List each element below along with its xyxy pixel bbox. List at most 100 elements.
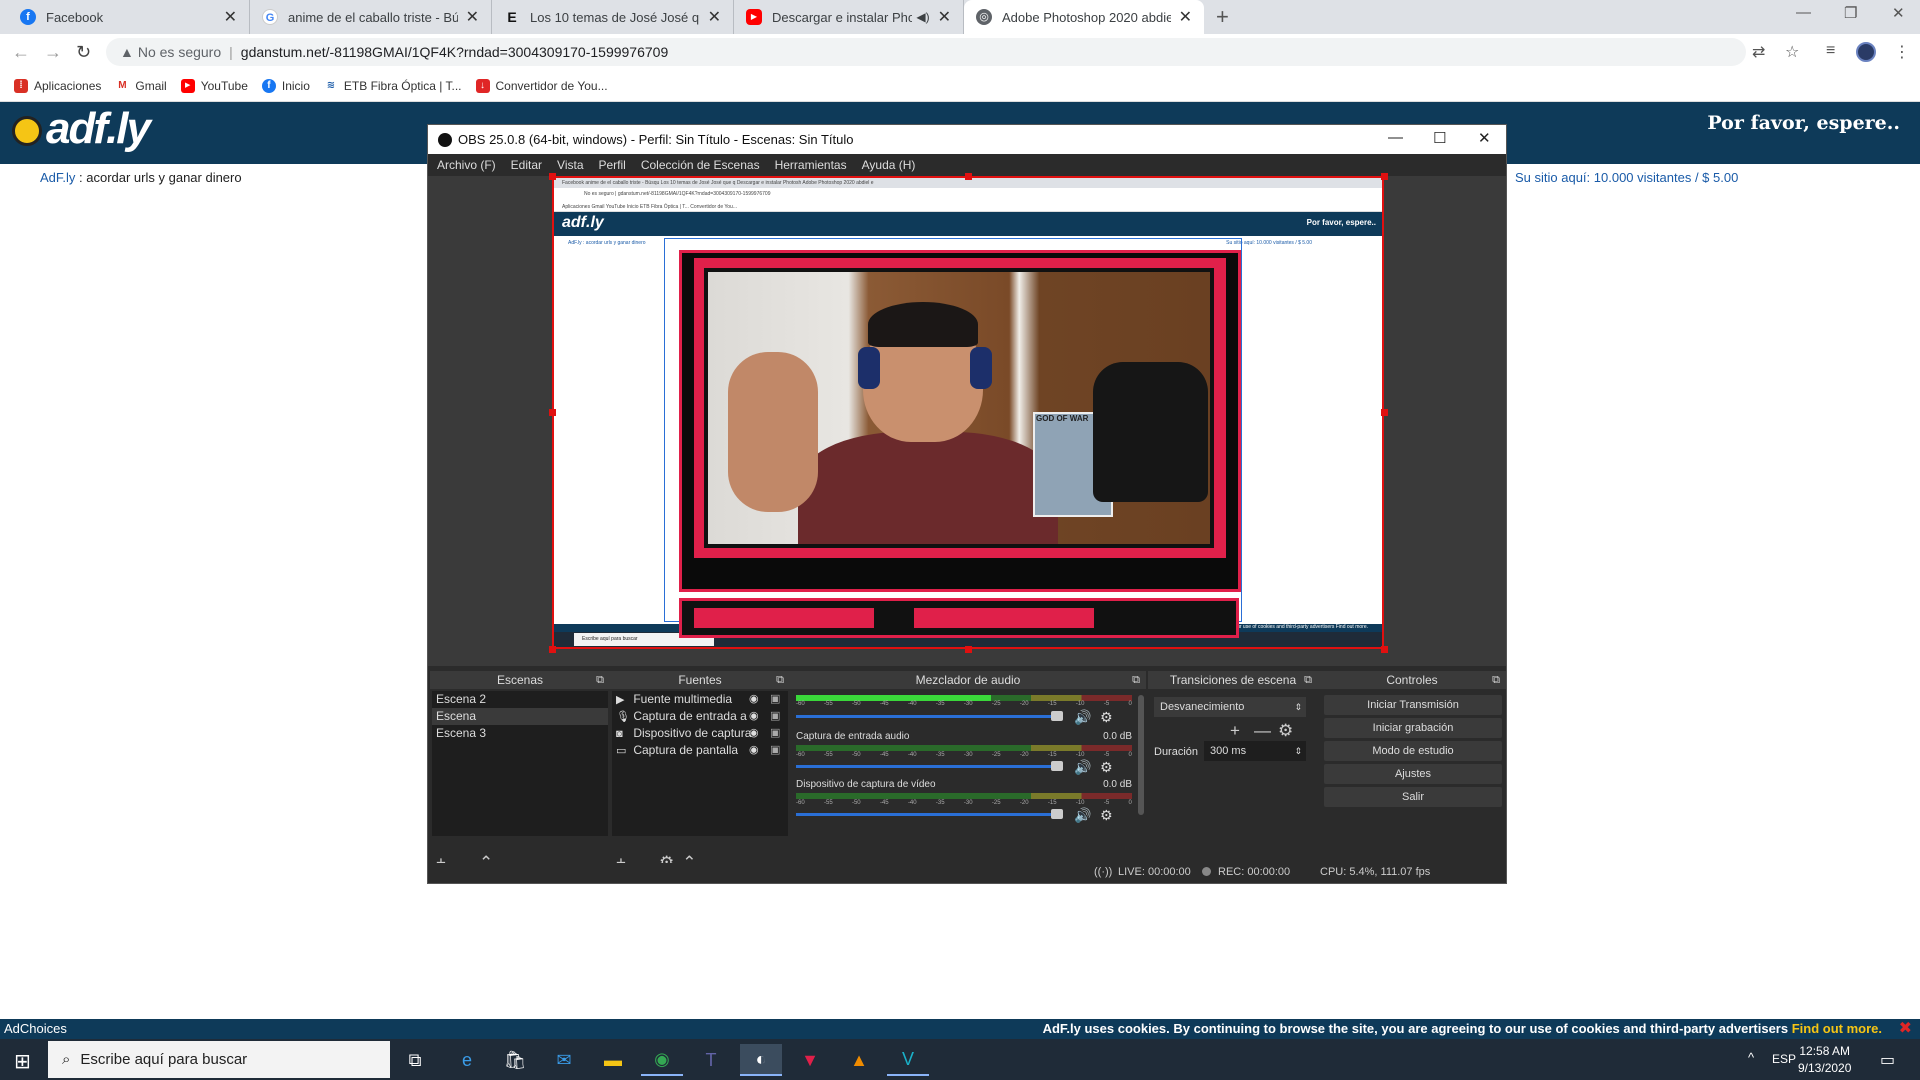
v-app-icon[interactable]: V (887, 1044, 929, 1076)
lock-icon[interactable]: ▣ (770, 708, 780, 725)
duration-field[interactable]: 300 ms ⇕ (1204, 741, 1306, 761)
obs-icon[interactable]: ◐ (740, 1044, 782, 1076)
gear-icon[interactable]: ⚙ (1100, 807, 1113, 824)
resize-handle[interactable] (965, 646, 972, 653)
close-tab-icon[interactable]: ✕ (1179, 7, 1192, 27)
close-tab-icon[interactable]: ✕ (224, 7, 237, 27)
windows-start-icon[interactable]: ⊞ (14, 1049, 31, 1074)
resize-handle[interactable] (1381, 409, 1388, 416)
visibility-eye-icon[interactable]: ◉ (749, 691, 759, 708)
bookmark-apps[interactable]: ⁞ Aplicaciones (14, 78, 101, 93)
menu-herramientas[interactable]: Herramientas (775, 158, 847, 172)
bookmark-youtube[interactable]: ▶ YouTube (180, 78, 248, 93)
lock-icon[interactable]: ▣ (770, 691, 780, 708)
close-window-icon[interactable]: ✕ (1892, 4, 1905, 22)
start-recording-button[interactable]: Iniciar grabación (1324, 718, 1502, 738)
speaker-icon[interactable]: 🔊 (1074, 759, 1091, 776)
resize-handle[interactable] (1381, 646, 1388, 653)
bookmark-converter[interactable]: ↓ Convertidor de You... (475, 78, 608, 93)
show-hidden-icons[interactable]: ^ (1748, 1050, 1754, 1065)
exit-button[interactable]: Salir (1324, 787, 1502, 807)
edge-icon[interactable]: e (446, 1044, 488, 1076)
mail-icon[interactable]: ✉ (543, 1044, 585, 1076)
volume-slider[interactable] (796, 765, 1058, 768)
undock-icon[interactable]: ⧉ (776, 671, 784, 689)
source-item[interactable]: 🎙 Captura de entrada a ◉ ▣ (612, 708, 788, 725)
media-queue-icon[interactable]: ≡ (1826, 42, 1835, 60)
back-icon[interactable]: ← (12, 42, 30, 63)
gear-icon[interactable]: ⚙ (1278, 721, 1293, 741)
undock-icon[interactable]: ⧉ (1492, 671, 1500, 689)
language-indicator[interactable]: ESP (1772, 1052, 1796, 1066)
bookmark-inicio[interactable]: f Inicio (261, 78, 310, 93)
visibility-eye-icon[interactable]: ◉ (749, 708, 759, 725)
minimize-icon[interactable]: — (1796, 4, 1811, 21)
scene-item[interactable]: Escena 3 (432, 725, 608, 742)
lock-icon[interactable]: ▣ (770, 742, 780, 759)
lock-icon[interactable]: ▣ (770, 725, 780, 742)
forward-icon[interactable]: → (44, 42, 62, 63)
menu-ayuda[interactable]: Ayuda (H) (862, 158, 916, 172)
obs-maximize-icon[interactable]: ☐ (1433, 129, 1446, 147)
tab-jose-jose[interactable]: E Los 10 temas de José José que q ✕ (492, 0, 734, 34)
resize-handle[interactable] (1381, 173, 1388, 180)
volume-slider[interactable] (796, 715, 1058, 718)
bookmark-star-icon[interactable]: ☆ (1785, 42, 1799, 62)
restore-icon[interactable]: ❐ (1844, 4, 1857, 22)
taskbar-search[interactable]: ⌕ Escribe aquí para buscar (48, 1041, 390, 1078)
preview-canvas[interactable]: Facebook anime de el caballo triste - Bú… (552, 176, 1384, 649)
volume-knob[interactable] (1051, 711, 1063, 721)
tab-youtube-photoshop[interactable]: ▶ Descargar e instalar Photosh ◀) ✕ (734, 0, 964, 34)
gear-icon[interactable]: ⚙ (1100, 709, 1113, 726)
volume-knob[interactable] (1051, 809, 1063, 819)
chrome-icon[interactable]: ◉ (641, 1044, 683, 1076)
speaker-icon[interactable]: 🔊 (1074, 807, 1091, 824)
close-tab-icon[interactable]: ✕ (466, 7, 479, 27)
source-item[interactable]: ▶ Fuente multimedia ◉ ▣ (612, 691, 788, 708)
find-out-more-link[interactable]: Find out more. (1792, 1021, 1882, 1036)
resize-handle[interactable] (549, 173, 556, 180)
adfly-link[interactable]: AdF.ly (40, 170, 75, 185)
obs-close-icon[interactable]: ✕ (1478, 129, 1491, 147)
gear-icon[interactable]: ⚙ (1100, 759, 1113, 776)
scene-item[interactable]: Escena 2 (432, 691, 608, 708)
tab-google-search[interactable]: G anime de el caballo triste - Búsqu ✕ (250, 0, 492, 34)
resize-handle[interactable] (549, 409, 556, 416)
taskbar-clock[interactable]: 12:58 AM 9/13/2020 (1798, 1043, 1851, 1077)
visibility-eye-icon[interactable]: ◉ (749, 742, 759, 759)
tab-facebook[interactable]: f Facebook ✕ (8, 0, 250, 34)
mixer-scrollbar[interactable] (1138, 695, 1144, 815)
profile-avatar[interactable] (1856, 42, 1876, 62)
bookmark-gmail[interactable]: M Gmail (115, 78, 167, 93)
adfly-logo[interactable]: adf.ly (12, 104, 151, 154)
source-item[interactable]: ▭ Captura de pantalla ◉ ▣ (612, 742, 788, 759)
menu-editar[interactable]: Editar (511, 158, 542, 172)
translate-icon[interactable]: ⇄ (1752, 42, 1765, 62)
menu-dots-icon[interactable]: ⋮ (1894, 42, 1910, 62)
task-view-icon[interactable]: ⧉ (394, 1044, 436, 1076)
remove-icon[interactable]: — (1254, 721, 1271, 741)
vlc-icon[interactable]: ▲ (838, 1044, 880, 1076)
resize-handle[interactable] (965, 173, 972, 180)
reload-icon[interactable]: ↻ (76, 42, 91, 63)
volume-slider[interactable] (796, 813, 1058, 816)
advertise-link[interactable]: Su sitio aquí: 10.000 visitantes / $ 5.0… (1515, 170, 1738, 185)
undock-icon[interactable]: ⧉ (596, 671, 604, 689)
tab-adobe-photoshop[interactable]: ◎ Adobe Photoshop 2020 abdiel e ✕ (964, 0, 1204, 34)
obs-preview[interactable]: Facebook anime de el caballo triste - Bú… (428, 173, 1506, 666)
store-icon[interactable]: 🛍 (494, 1044, 536, 1076)
resize-handle[interactable] (549, 646, 556, 653)
studio-mode-button[interactable]: Modo de estudio (1324, 741, 1502, 761)
close-cookie-icon[interactable]: ✖ (1899, 1018, 1912, 1038)
notification-icon[interactable]: ▭ (1880, 1050, 1895, 1070)
scene-item[interactable]: Escena (432, 708, 608, 725)
menu-vista[interactable]: Vista (557, 158, 583, 172)
address-bar[interactable]: ▲ No es seguro | gdanstum.net/-81198GMAI… (106, 38, 1746, 66)
start-streaming-button[interactable]: Iniciar Transmisión (1324, 695, 1502, 715)
add-icon[interactable]: + (1230, 721, 1240, 741)
new-tab-icon[interactable]: + (1216, 4, 1229, 30)
teams-icon[interactable]: T (690, 1044, 732, 1076)
file-explorer-icon[interactable]: ▬ (592, 1044, 634, 1076)
speaker-icon[interactable]: 🔊 (1074, 709, 1091, 726)
transition-select[interactable]: Desvanecimiento ⇕ (1154, 697, 1306, 717)
